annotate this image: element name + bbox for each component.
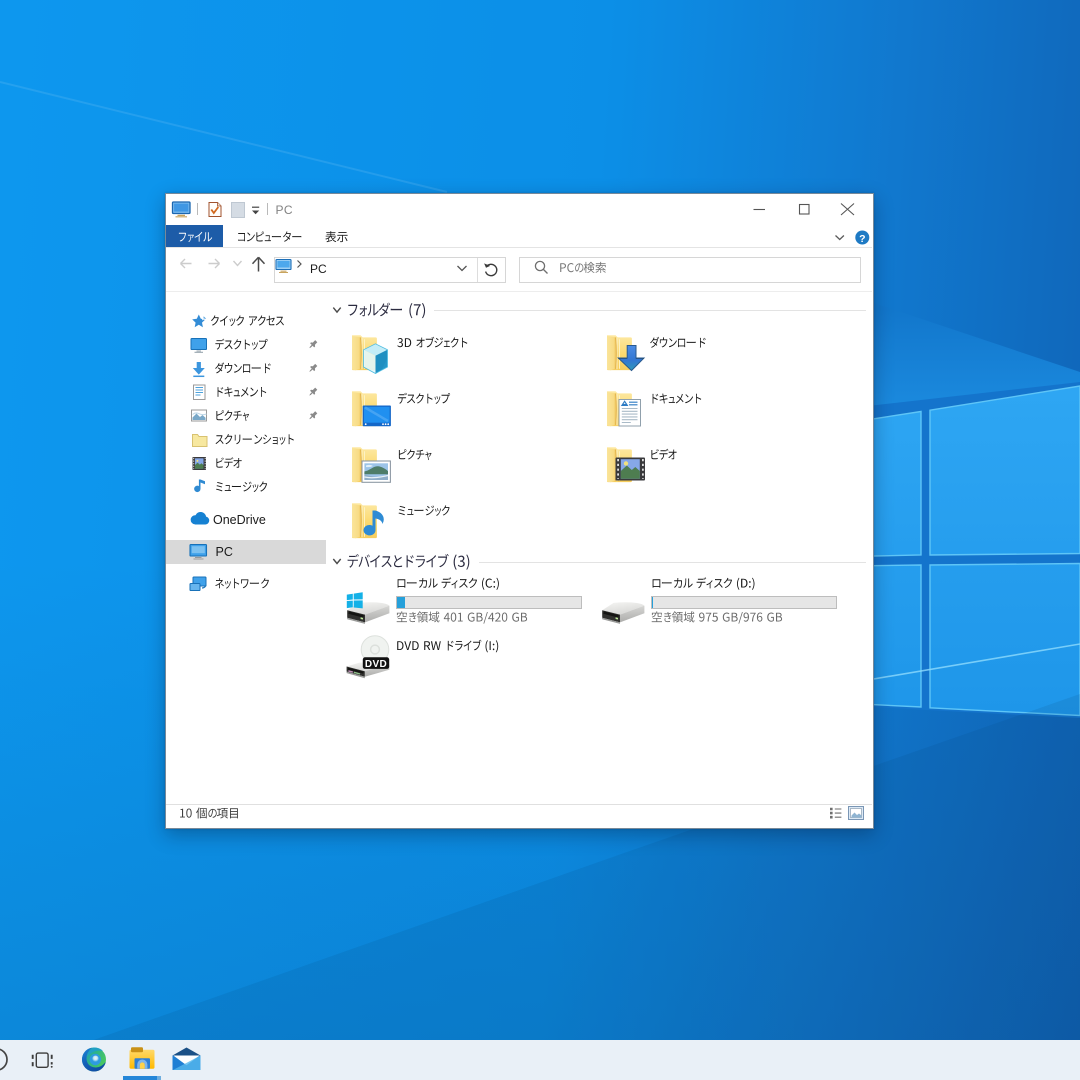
svg-text:?: ? — [859, 233, 865, 245]
svg-text:DVD: DVD — [365, 659, 387, 670]
